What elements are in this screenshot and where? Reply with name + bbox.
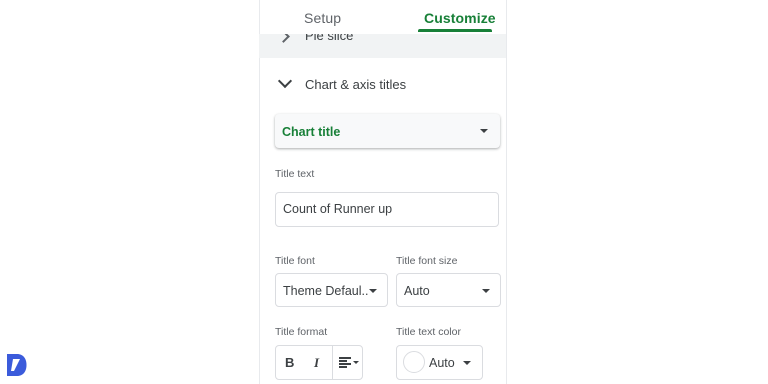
title-text-color-dropdown[interactable]: Auto bbox=[396, 345, 483, 380]
title-font-label: Title font bbox=[275, 255, 315, 267]
title-font-size-label: Title font size bbox=[396, 255, 458, 267]
align-left-icon bbox=[339, 357, 351, 369]
caret-down-icon bbox=[369, 289, 377, 293]
section-label: Pie slice bbox=[305, 34, 354, 43]
tab-setup[interactable]: Setup bbox=[304, 10, 341, 26]
title-text-field-container bbox=[275, 192, 499, 227]
title-format-group: B I bbox=[275, 345, 363, 380]
title-font-size-dropdown[interactable]: Auto bbox=[396, 273, 501, 307]
tab-customize[interactable]: Customize bbox=[424, 10, 496, 26]
title-type-select[interactable]: Chart title bbox=[275, 114, 500, 148]
active-tab-indicator bbox=[418, 29, 492, 32]
caret-down-icon bbox=[480, 129, 488, 133]
title-text-label: Title text bbox=[275, 168, 315, 180]
section-chart-axis-titles[interactable]: Chart & axis titles bbox=[275, 72, 495, 98]
italic-button[interactable]: I bbox=[304, 346, 332, 379]
caret-down-icon bbox=[353, 361, 359, 364]
title-font-size-value: Auto bbox=[404, 284, 430, 298]
section-label: Chart & axis titles bbox=[305, 77, 407, 92]
title-type-value: Chart title bbox=[282, 125, 341, 139]
editor-tabs: Setup Customize bbox=[259, 0, 507, 34]
italic-icon: I bbox=[314, 355, 320, 370]
section-pie-slice[interactable]: Pie slice bbox=[259, 34, 506, 58]
caret-down-icon bbox=[482, 289, 490, 293]
chevron-down-icon bbox=[277, 73, 293, 89]
title-text-color-label: Title text color bbox=[396, 326, 461, 338]
bold-icon: B bbox=[285, 355, 295, 370]
panel-divider bbox=[506, 0, 507, 384]
title-text-input[interactable] bbox=[283, 202, 488, 216]
title-font-dropdown[interactable]: Theme Defaul... bbox=[275, 273, 388, 307]
title-text-color-value: Auto bbox=[429, 356, 455, 370]
title-font-value: Theme Defaul... bbox=[283, 284, 369, 298]
brand-logo-icon bbox=[7, 354, 27, 376]
caret-down-icon bbox=[463, 361, 471, 365]
bold-button[interactable]: B bbox=[276, 346, 304, 379]
chevron-right-icon bbox=[277, 34, 290, 43]
color-swatch bbox=[403, 351, 425, 373]
title-format-label: Title format bbox=[275, 326, 328, 338]
align-dropdown-button[interactable] bbox=[332, 346, 363, 379]
